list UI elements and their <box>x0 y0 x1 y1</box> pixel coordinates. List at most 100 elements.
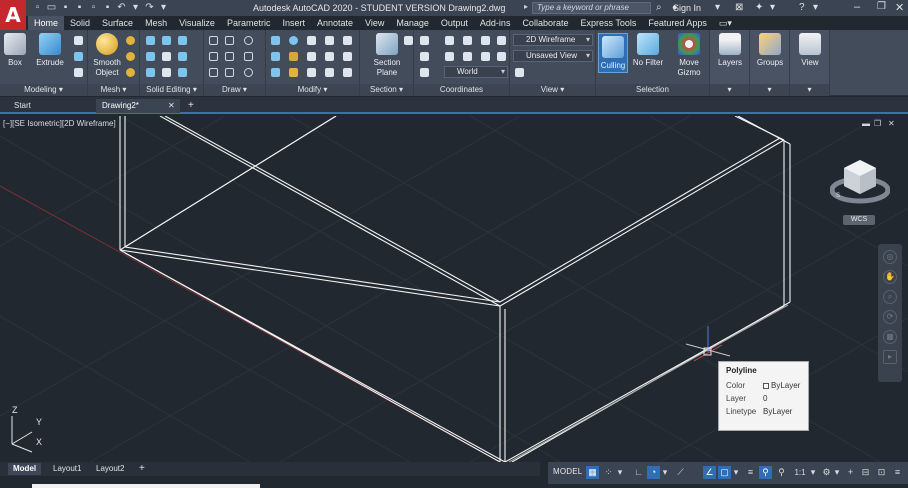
erase-icon[interactable] <box>289 68 298 77</box>
a360-icon[interactable]: ✦ <box>755 2 763 13</box>
zoom-extents-icon[interactable]: ⌕ <box>883 290 897 304</box>
3d-array-icon[interactable] <box>271 68 280 77</box>
polygon-icon[interactable] <box>209 68 218 77</box>
helix-icon[interactable] <box>244 52 253 61</box>
separate-icon[interactable] <box>178 68 187 77</box>
pan-icon[interactable]: ✋ <box>883 270 897 284</box>
view-button[interactable]: View <box>795 33 825 68</box>
3d-rotate-icon[interactable] <box>289 36 298 45</box>
draw-panel-label[interactable]: Draw ▾ <box>204 84 265 96</box>
ucs-y-icon[interactable] <box>497 52 506 61</box>
orbit-icon[interactable]: ⟳ <box>883 310 897 324</box>
customization-menu-icon[interactable]: ≡ <box>891 466 904 479</box>
tab-featured-apps[interactable]: Featured Apps <box>642 16 713 30</box>
polar-dropdown-icon[interactable]: ▾ <box>661 466 669 479</box>
ucs-world-icon[interactable] <box>445 36 454 45</box>
section-panel-label[interactable]: Section ▾ <box>360 84 413 96</box>
visual-style-dropdown[interactable]: 2D Wireframe <box>513 34 593 46</box>
intersect-solid-icon[interactable] <box>178 36 187 45</box>
annotation-monitor-icon[interactable]: + <box>844 466 857 479</box>
extrude-button[interactable]: Extrude <box>34 33 66 68</box>
offset-icon[interactable] <box>325 68 334 77</box>
array-icon[interactable] <box>343 52 352 61</box>
ucs-icon[interactable] <box>420 36 429 45</box>
sign-in-dropdown-icon[interactable]: ▾ <box>715 2 720 13</box>
arc-icon[interactable] <box>225 52 234 61</box>
ucs-icon-properties-icon[interactable] <box>420 52 429 61</box>
union-solid-icon[interactable] <box>146 36 155 45</box>
subtract-solid-icon[interactable] <box>162 36 171 45</box>
search-expand-icon[interactable]: ▸ <box>524 2 528 11</box>
modify-panel-label[interactable]: Modify ▾ <box>266 84 359 96</box>
open-icon[interactable]: ▭ <box>46 2 57 13</box>
model-space-button[interactable]: MODEL <box>553 467 582 476</box>
auto-scale-icon[interactable]: ⚲ <box>775 466 788 479</box>
view-expand-icon[interactable]: ▾ <box>790 84 829 96</box>
layout-tab-layout1[interactable]: Layout1 <box>48 463 86 475</box>
isodraft-icon[interactable]: ⟋ <box>674 466 687 479</box>
explode-icon[interactable] <box>343 68 352 77</box>
scale-icon[interactable] <box>307 68 316 77</box>
help-dropdown-icon[interactable]: ▾ <box>813 2 818 13</box>
move-gizmo-button[interactable]: Move Gizmo <box>674 33 704 78</box>
tab-manage[interactable]: Manage <box>390 16 435 30</box>
refine-mesh-icon[interactable] <box>126 68 135 77</box>
layers-button[interactable]: Layers <box>715 33 745 68</box>
polysolid-icon[interactable] <box>74 36 83 45</box>
ribbon-minimize-icon[interactable]: ▭▾ <box>713 16 738 30</box>
command-line-input[interactable] <box>32 484 260 488</box>
polyline-icon[interactable] <box>225 36 234 45</box>
close-icon[interactable]: ✕ <box>895 1 904 14</box>
wcs-menu[interactable]: WCS <box>843 215 875 225</box>
named-view-dropdown[interactable]: Unsaved View <box>513 50 593 62</box>
grid-icon[interactable]: ▦ <box>586 466 599 479</box>
spline-icon[interactable] <box>209 52 218 61</box>
workspace-icon[interactable]: ⚙ <box>820 466 833 479</box>
search-input[interactable]: Type a keyword or phrase <box>532 2 651 14</box>
units-icon[interactable]: ⊟ <box>859 466 872 479</box>
layers-expand-icon[interactable]: ▾ <box>710 84 749 96</box>
solid-editing-panel-label[interactable]: Solid Editing ▾ <box>140 84 203 96</box>
section-more-icon[interactable] <box>404 36 413 45</box>
redo-dropdown-icon[interactable]: ▾ <box>158 2 169 13</box>
drawing-viewport[interactable]: [−][SE Isometric][2D Wireframe] ▬ ❐ ✕ Z … <box>0 116 908 462</box>
binoculars-icon[interactable]: ⌕ <box>656 2 662 13</box>
smooth-less-icon[interactable] <box>126 52 135 61</box>
interfere-icon[interactable] <box>162 52 171 61</box>
new-layout-icon[interactable]: + <box>134 463 150 475</box>
annotation-visibility-icon[interactable]: ⚲ <box>759 466 772 479</box>
no-filter-button[interactable]: No Filter <box>632 33 664 68</box>
fillet-icon[interactable] <box>325 52 334 61</box>
modeling-panel-label[interactable]: Modeling ▾ <box>0 84 87 96</box>
plot-icon[interactable]: ▪ <box>102 2 113 13</box>
ucs-x-icon[interactable] <box>497 36 506 45</box>
rectangle-icon[interactable] <box>225 68 234 77</box>
tab-visualize[interactable]: Visualize <box>173 16 221 30</box>
groups-button[interactable]: Groups <box>755 33 785 68</box>
tab-view[interactable]: View <box>359 16 390 30</box>
help-icon[interactable]: ? <box>799 2 805 13</box>
3d-mirror-icon[interactable] <box>289 52 298 61</box>
tab-surface[interactable]: Surface <box>96 16 139 30</box>
smooth-object-button[interactable]: Smooth Object <box>91 33 123 78</box>
3d-move-icon[interactable] <box>271 36 280 45</box>
culling-button[interactable]: Culling <box>598 33 628 73</box>
circle-icon[interactable] <box>244 36 253 45</box>
connect-dropdown-icon[interactable]: ▾ <box>770 2 775 13</box>
save-icon[interactable]: ▪ <box>60 2 71 13</box>
osnap-dropdown-icon[interactable]: ▾ <box>732 466 740 479</box>
copy-icon[interactable] <box>325 36 334 45</box>
showmotion-icon[interactable]: ▦ <box>883 330 897 344</box>
line-icon[interactable] <box>209 36 218 45</box>
stretch-icon[interactable] <box>307 52 316 61</box>
smooth-more-icon[interactable] <box>126 36 135 45</box>
snap-icon[interactable]: ⁘ <box>602 466 615 479</box>
snap-dropdown-icon[interactable]: ▾ <box>616 466 624 479</box>
file-tab-start[interactable]: Start <box>8 99 88 113</box>
3d-align-icon[interactable] <box>271 52 280 61</box>
ortho-icon[interactable]: ∟ <box>632 466 645 479</box>
extract-edges-icon[interactable] <box>178 52 187 61</box>
undo-icon[interactable]: ↶ <box>116 2 127 13</box>
ucs-view-icon[interactable] <box>445 52 454 61</box>
viewport-close-icon[interactable]: ✕ <box>888 119 895 128</box>
